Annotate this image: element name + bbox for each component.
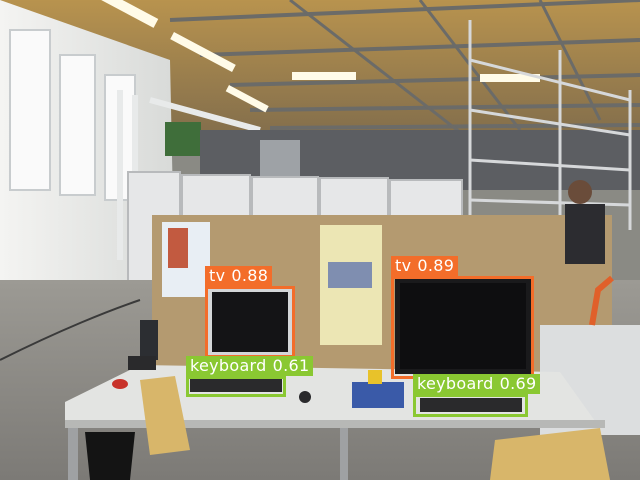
- detection-label-tv-2: tv 0.89: [391, 256, 459, 276]
- detection-label-keyboard-2: keyboard 0.69: [413, 374, 541, 394]
- mouse: [299, 391, 311, 403]
- person-head: [568, 180, 592, 204]
- red-item: [112, 379, 128, 389]
- trash-bin: [85, 432, 135, 480]
- detection-box-tv-1: [205, 286, 295, 358]
- poster-center-art: [328, 262, 372, 288]
- poster-left-art: [168, 228, 188, 268]
- detection-class: keyboard: [417, 374, 494, 393]
- detection-class: keyboard: [190, 356, 267, 375]
- person-body: [565, 204, 605, 264]
- detection-box-tv-2: [391, 276, 534, 379]
- drill: [140, 320, 158, 360]
- detection-score: 0.69: [499, 374, 537, 393]
- detection-score: 0.61: [272, 356, 310, 375]
- yellow-duck: [368, 370, 382, 384]
- detection-class: tv: [395, 256, 412, 275]
- detection-score: 0.88: [231, 266, 269, 285]
- green-box: [165, 122, 201, 156]
- detection-class: tv: [209, 266, 226, 285]
- back-wall-light: [260, 140, 300, 180]
- detection-box-keyboard-1: [186, 376, 286, 397]
- detection-label-keyboard-1: keyboard 0.61: [186, 356, 314, 376]
- phone: [128, 356, 156, 370]
- detection-score: 0.89: [417, 256, 455, 275]
- photo-scene: [0, 0, 640, 480]
- books: [352, 382, 404, 408]
- detection-box-keyboard-2: [413, 394, 528, 417]
- detection-label-tv-1: tv 0.88: [205, 266, 273, 286]
